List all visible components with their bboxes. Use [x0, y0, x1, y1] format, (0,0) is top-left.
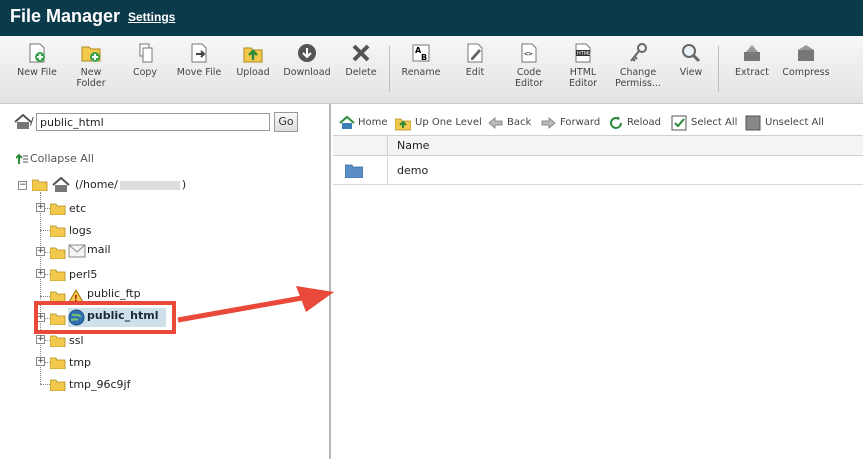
- home-icon: [52, 177, 70, 192]
- navigation-bar: Home Up One Level Back Forward Reload Se…: [333, 114, 863, 132]
- up-one-level-button[interactable]: Up One Level: [395, 114, 487, 132]
- svg-text:<>: <>: [524, 50, 532, 58]
- new-file-button[interactable]: New File: [14, 42, 60, 78]
- compress-button[interactable]: Compress: [780, 42, 832, 78]
- collapse-all-icon: [16, 153, 28, 164]
- reload-button[interactable]: Reload: [608, 114, 664, 132]
- file-row[interactable]: demo: [333, 157, 863, 185]
- code-editor-icon: <>: [521, 43, 537, 63]
- mail-icon: [68, 244, 86, 258]
- delete-icon: [352, 44, 370, 62]
- code-editor-button[interactable]: <> Code Editor: [506, 42, 552, 89]
- copy-button[interactable]: Copy: [124, 42, 166, 78]
- upload-button[interactable]: Upload: [232, 42, 274, 78]
- compress-icon: [798, 45, 814, 61]
- folder-icon: [50, 247, 66, 259]
- new-folder-icon: [81, 46, 101, 62]
- checkbox-empty-icon: [745, 115, 761, 131]
- toolbar-separator: [389, 46, 390, 92]
- new-folder-button[interactable]: New Folder: [68, 42, 114, 89]
- move-file-button[interactable]: Move File: [174, 42, 224, 78]
- folder-icon: [50, 203, 66, 215]
- home-button[interactable]: Home: [339, 114, 393, 132]
- file-grid-header: Name: [333, 135, 863, 156]
- move-file-icon: [191, 43, 207, 63]
- folder-icon: [50, 357, 66, 369]
- settings-link[interactable]: Settings: [128, 10, 175, 24]
- folder-icon: [50, 335, 66, 347]
- svg-text:B: B: [421, 53, 427, 62]
- html-editor-button[interactable]: HTML HTML Editor: [560, 42, 606, 89]
- tree-item-etc[interactable]: etc: [69, 200, 86, 218]
- extract-button[interactable]: Extract: [730, 42, 774, 78]
- svg-text:HTML: HTML: [577, 51, 591, 57]
- permissions-icon: [630, 43, 647, 62]
- delete-button[interactable]: Delete: [340, 42, 382, 78]
- new-file-icon: [29, 43, 45, 63]
- tree-item-perl5[interactable]: perl5: [69, 266, 97, 284]
- view-icon: [682, 44, 701, 63]
- column-separator: [387, 136, 388, 156]
- tree-expander[interactable]: +: [36, 269, 45, 278]
- back-button[interactable]: Back: [488, 114, 534, 132]
- redacted-username: [119, 180, 180, 190]
- annotation-highlight-box: [34, 301, 176, 334]
- checkbox-checked-icon: [671, 115, 687, 131]
- edit-icon: [467, 43, 483, 63]
- toolbar: New File New Folder Copy Move File Uploa…: [0, 36, 863, 104]
- tree-item-logs[interactable]: logs: [69, 222, 92, 240]
- tree-expander[interactable]: +: [36, 335, 45, 344]
- tree-root[interactable]: (/home/): [75, 176, 186, 194]
- tree-item-ssl[interactable]: ssl: [69, 332, 84, 350]
- tree-root-expander[interactable]: −: [18, 181, 27, 190]
- forward-button[interactable]: Forward: [540, 114, 604, 132]
- select-all-button[interactable]: Select All: [671, 114, 739, 132]
- tree-expander[interactable]: +: [36, 247, 45, 256]
- rename-button[interactable]: AB Rename: [398, 42, 444, 78]
- upload-icon: [243, 47, 263, 63]
- go-button[interactable]: Go: [274, 112, 298, 132]
- folder-icon: [50, 269, 66, 281]
- app-header: File Manager Settings: [0, 0, 863, 36]
- app-title: File Manager: [10, 6, 121, 26]
- path-input[interactable]: [36, 113, 270, 131]
- rename-icon: AB: [412, 44, 430, 62]
- extract-icon: [744, 45, 760, 61]
- forward-arrow-icon: [541, 117, 556, 129]
- tree-item-tmp[interactable]: tmp: [69, 354, 91, 372]
- home-icon: [339, 115, 355, 129]
- download-button[interactable]: Download: [282, 42, 332, 78]
- reload-icon: [610, 116, 622, 129]
- edit-button[interactable]: Edit: [456, 42, 494, 78]
- download-icon: [298, 44, 316, 62]
- tree-item-mail[interactable]: mail: [87, 241, 111, 259]
- back-arrow-icon: [488, 117, 503, 129]
- annotation-arrow: [177, 286, 334, 323]
- tree-item-tmp-96c9jf[interactable]: tmp_96c9jf: [69, 376, 130, 394]
- file-name[interactable]: demo: [397, 164, 428, 177]
- path-prefix: /: [30, 115, 34, 128]
- tree-line: [40, 296, 50, 297]
- html-editor-icon: HTML: [575, 43, 591, 63]
- folder-open-icon: [32, 179, 48, 191]
- up-folder-icon: [395, 118, 411, 131]
- folder-icon: [50, 379, 66, 391]
- column-separator: [387, 157, 388, 185]
- folder-icon: [50, 225, 66, 237]
- tree-line: [40, 230, 50, 231]
- toolbar-separator: [718, 46, 719, 92]
- copy-icon: [139, 43, 153, 63]
- folder-icon: [345, 164, 363, 178]
- tree-expander[interactable]: +: [36, 357, 45, 366]
- view-button[interactable]: View: [672, 42, 710, 78]
- unselect-all-button[interactable]: Unselect All: [745, 114, 835, 132]
- tree-line: [40, 384, 50, 385]
- change-permissions-button[interactable]: Change Permiss...: [612, 42, 664, 89]
- tree-expander[interactable]: +: [36, 203, 45, 212]
- name-column-header[interactable]: Name: [397, 139, 429, 152]
